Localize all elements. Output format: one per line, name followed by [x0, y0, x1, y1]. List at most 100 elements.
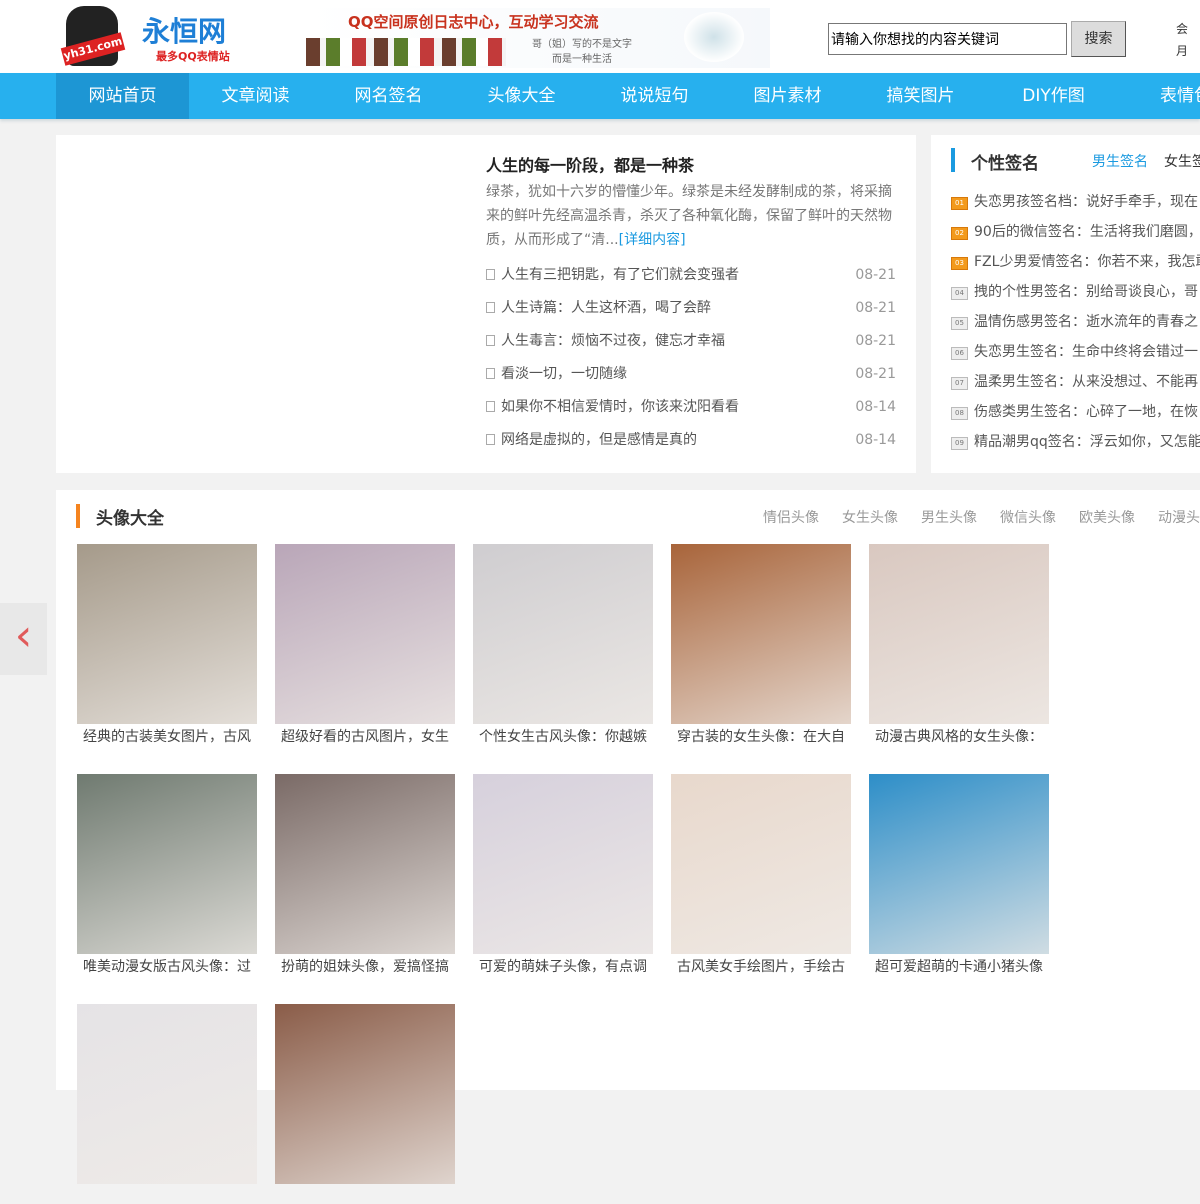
avatar-image[interactable] [473, 774, 653, 954]
nav-diy[interactable]: DIY作图 [987, 73, 1120, 119]
avatar-image[interactable] [671, 544, 851, 724]
nav-emoji[interactable]: 表情包 [1120, 73, 1200, 119]
avatar-image[interactable] [473, 544, 653, 724]
cat-mascot-icon: yh31.com [60, 6, 126, 66]
article-link[interactable]: 如果你不相信爱情时，你该来沈阳看看 [486, 394, 739, 427]
search-input[interactable] [828, 23, 1067, 55]
document-icon [486, 302, 495, 313]
avatar-item[interactable]: 穿古装的女生头像：在大自 [671, 544, 851, 744]
signature-item[interactable]: 01 失恋男孩签名档：说好手牵手，现在 [951, 190, 1200, 220]
avatar-caption[interactable]: 扮萌的姐妹头像，爱搞怪搞 [275, 954, 455, 974]
details-link[interactable]: [详细内容] [619, 232, 686, 248]
site-logo[interactable]: yh31.com 永恒网 最多QQ表情站 [60, 6, 251, 68]
avatar-item[interactable]: 个性女生古风头像：你越嫉 [473, 544, 653, 744]
rss-link[interactable]: 月 [1176, 40, 1188, 62]
avatar-caption[interactable]: 个性女生古风头像：你越嫉 [473, 724, 653, 744]
avatar-image[interactable] [77, 544, 257, 724]
avatar-caption[interactable] [77, 1184, 257, 1204]
avatar-caption[interactable] [275, 1184, 455, 1204]
article-item[interactable]: 人生毒言：烦恼不过夜，健忘才幸福 08-21 [486, 328, 896, 361]
signature-item[interactable]: 09 精品潮男qq签名：浮云如你，又怎能 [951, 430, 1200, 460]
signature-item[interactable]: 06 失恋男生签名：生命中终将会错过一 [951, 340, 1200, 370]
avatar-item[interactable]: 超级好看的古风图片，女生 [275, 544, 455, 744]
header: yh31.com 永恒网 最多QQ表情站 QQ空间原创日志中心，互动学习交流 哥… [0, 0, 1200, 73]
avatar-tab[interactable]: 动漫头像 [1158, 510, 1200, 526]
rank-badge: 09 [951, 437, 968, 450]
avatar-tab[interactable]: 情侣头像 [763, 510, 819, 526]
avatar-image[interactable] [77, 774, 257, 954]
article-item[interactable]: 如果你不相信爱情时，你该来沈阳看看 08-14 [486, 394, 896, 427]
avatar-tab[interactable]: 欧美头像 [1079, 510, 1135, 526]
signature-text: 拽的个性男签名：别给哥谈良心，哥 [974, 284, 1198, 300]
signature-text: 温柔男生签名：从来没想过、不能再 [974, 374, 1198, 390]
document-icon [486, 401, 495, 412]
member-link[interactable]: 会 [1176, 18, 1188, 40]
avatars-title: 头像大全 [96, 509, 164, 529]
article-list: 人生有三把钥匙，有了它们就会变强者 08-21 人生诗篇：人生这杯酒，喝了会醉 08-… [486, 262, 896, 460]
nav-signatures[interactable]: 网名签名 [322, 73, 455, 119]
signature-item[interactable]: 05 温情伤感男签名：逝水流年的青春之 [951, 310, 1200, 340]
avatar-tab[interactable]: 微信头像 [1000, 510, 1056, 526]
article-link[interactable]: 人生毒言：烦恼不过夜，健忘才幸福 [486, 328, 725, 361]
avatar-caption[interactable]: 经典的古装美女图片，古风 [77, 724, 257, 744]
signature-item[interactable]: 08 伤感类男生签名：心碎了一地，在恢 [951, 400, 1200, 430]
logo-badge: yh31.com [60, 32, 126, 66]
avatar-tab[interactable]: 男生头像 [921, 510, 977, 526]
tab-female-signature[interactable]: 女生签名 [1164, 151, 1200, 171]
nav-quotes[interactable]: 说说短句 [588, 73, 721, 119]
header-banner[interactable]: QQ空间原创日志中心，互动学习交流 哥（姐）写的不是文字 而是一种生活 [306, 8, 770, 68]
article-link[interactable]: 看淡一切，一切随缘 [486, 361, 627, 394]
avatar-image[interactable] [671, 774, 851, 954]
avatar-item[interactable]: 经典的古装美女图片，古风 [77, 544, 257, 744]
avatar-caption[interactable]: 穿古装的女生头像：在大自 [671, 724, 851, 744]
signature-item[interactable]: 04 拽的个性男签名：别给哥谈良心，哥 [951, 280, 1200, 310]
avatar-image[interactable] [275, 1004, 455, 1184]
avatar-item[interactable] [77, 1004, 257, 1204]
avatar-item[interactable]: 动漫古典风格的女生头像： [869, 544, 1049, 744]
avatar-tab[interactable]: 女生头像 [842, 510, 898, 526]
nav-home[interactable]: 网站首页 [56, 73, 189, 119]
avatar-item[interactable]: 可爱的萌妹子头像，有点调 [473, 774, 653, 974]
avatar-item[interactable] [275, 1004, 455, 1204]
avatar-caption[interactable]: 古风美女手绘图片，手绘古 [671, 954, 851, 974]
avatar-caption[interactable]: 动漫古典风格的女生头像： [869, 724, 1049, 744]
avatar-item[interactable]: 唯美动漫女版古风头像：过 [77, 774, 257, 974]
nav-avatars[interactable]: 头像大全 [455, 73, 588, 119]
avatar-image[interactable] [869, 544, 1049, 724]
signature-text: FZL少男爱情签名：你若不来，我怎敢 [974, 254, 1200, 270]
avatar-item[interactable]: 古风美女手绘图片，手绘古 [671, 774, 851, 974]
logo-slogan: 最多QQ表情站 [156, 50, 230, 63]
search-button[interactable]: 搜索 [1071, 21, 1126, 57]
avatar-image[interactable] [275, 544, 455, 724]
tab-male-signature[interactable]: 男生签名 [1092, 151, 1148, 171]
nav-articles[interactable]: 文章阅读 [189, 73, 322, 119]
nav-funny[interactable]: 搞笑图片 [854, 73, 987, 119]
document-icon [486, 335, 495, 346]
signature-item[interactable]: 02 90后的微信签名：生活将我们磨圆， [951, 220, 1200, 250]
article-item[interactable]: 人生有三把钥匙，有了它们就会变强者 08-21 [486, 262, 896, 295]
article-link[interactable]: 人生有三把钥匙，有了它们就会变强者 [486, 262, 739, 295]
nav-images[interactable]: 图片素材 [721, 73, 854, 119]
article-link[interactable]: 网络是虚拟的，但是感情是真的 [486, 427, 697, 460]
signature-item[interactable]: 07 温柔男生签名：从来没想过、不能再 [951, 370, 1200, 400]
avatar-image[interactable] [275, 774, 455, 954]
avatar-item[interactable]: 扮萌的姐妹头像，爱搞怪搞 [275, 774, 455, 974]
user-links: 会 月 [1176, 18, 1188, 62]
rank-badge: 02 [951, 227, 968, 240]
avatar-image[interactable] [869, 774, 1049, 954]
avatar-caption[interactable]: 超可爱超萌的卡通小猪头像 [869, 954, 1049, 974]
article-title: 人生诗篇：人生这杯酒，喝了会醉 [501, 300, 711, 316]
avatar-item[interactable]: 超可爱超萌的卡通小猪头像 [869, 774, 1049, 974]
avatar-image[interactable] [77, 1004, 257, 1184]
article-item[interactable]: 看淡一切，一切随缘 08-21 [486, 361, 896, 394]
article-link[interactable]: 人生诗篇：人生这杯酒，喝了会醉 [486, 295, 711, 328]
signature-item[interactable]: 03 FZL少男爱情签名：你若不来，我怎敢 [951, 250, 1200, 280]
article-item[interactable]: 网络是虚拟的，但是感情是真的 08-14 [486, 427, 896, 460]
featured-title[interactable]: 人生的每一阶段，都是一种茶 [486, 152, 694, 176]
signature-text: 失恋男孩签名档：说好手牵手，现在 [974, 194, 1198, 210]
avatar-caption[interactable]: 超级好看的古风图片，女生 [275, 724, 455, 744]
avatar-caption[interactable]: 可爱的萌妹子头像，有点调 [473, 954, 653, 974]
avatar-caption[interactable]: 唯美动漫女版古风头像：过 [77, 954, 257, 974]
carousel-prev-button[interactable]: ‹ [0, 603, 47, 675]
article-item[interactable]: 人生诗篇：人生这杯酒，喝了会醉 08-21 [486, 295, 896, 328]
